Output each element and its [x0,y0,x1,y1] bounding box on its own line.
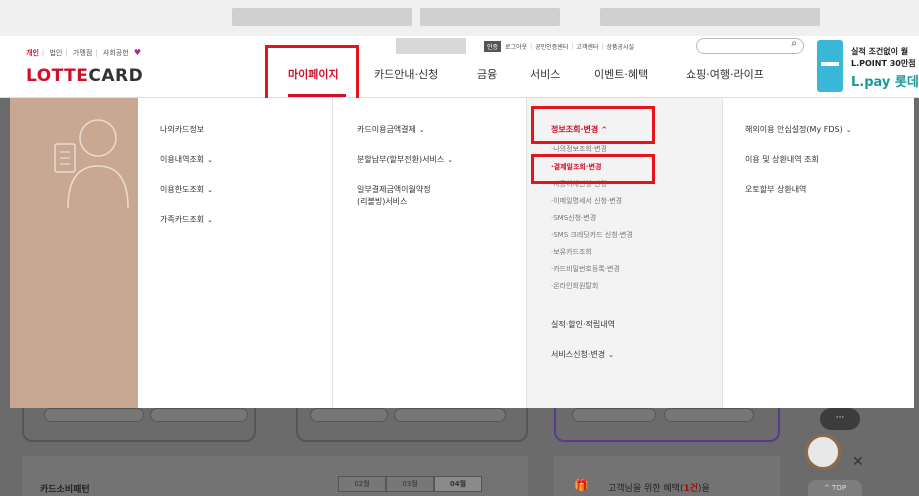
menu-limit-inquiry[interactable]: 이용한도조회 ⌄ [160,184,213,195]
menu-repayment-history[interactable]: 이용 및 상환내역 조회 [745,154,819,165]
segment-corporate[interactable]: 법인 [49,49,62,57]
chevron-down-icon: ⌄ [418,126,425,134]
nav-shopping-travel-life[interactable]: 쇼핑·여행·라이프 [686,66,764,82]
background-pill [150,408,248,422]
promo-banner[interactable]: 실적 조건없이 월 L.POINT 30만점 L.pay 롯데 [815,40,919,96]
nav-finance[interactable]: 금융 [477,66,497,82]
chevron-down-icon: ⌄ [845,126,852,134]
sub-my-info[interactable]: ·나의정보조회·변경 [551,144,607,154]
promo-line1: 실적 조건없이 월 [851,47,909,56]
mascot-chatbot-icon[interactable] [805,434,841,470]
month-tabs: 02월 03월 04월 [338,476,482,492]
tab-mar[interactable]: 03월 [386,476,434,492]
browser-top-strip [0,0,919,36]
segment-personal[interactable]: 개인 [26,49,39,57]
background-pill [664,408,754,422]
more-button[interactable]: ··· [820,408,860,430]
menu-performance-discount[interactable]: 실적·할인·적립내역 [551,319,615,330]
card-image [817,40,843,92]
nav-service[interactable]: 서비스 [530,66,560,82]
sub-withdraw[interactable]: ·온라인회원탈회 [551,281,598,291]
lottecard-logo[interactable]: LOTTECARD [26,66,143,86]
search-input[interactable]: ⌕ [696,38,804,54]
chevron-down-icon: ⌄ [447,156,454,164]
menu-family-card[interactable]: 가족카드조회 ⌄ [160,214,213,225]
promo-line3: L.pay 롯데 [851,75,919,90]
user-card-icon [54,119,129,209]
menu-column-3: 정보조회·변경 ^ ·나의정보조회·변경 ·결제일조회·변경 ·자동이체신청·변경… [527,98,723,408]
utility-bar: 인증 로그아웃 | 공인인증센터 | 고객센터 | 상품공시실 [396,38,634,54]
menu-auto-installment[interactable]: 오토할부 상환내역 [745,184,806,195]
menu-revolving-service[interactable]: 일부결제금액이월약정 [357,184,431,195]
heart-icon: ♥ [133,48,142,57]
chevron-down-icon: ⌄ [608,351,614,359]
mega-menu: 나의카드정보 이용내역조회 ⌄ 이용한도조회 ⌄ 가족카드조회 ⌄ 카드이용금액결제 ⌄… [10,98,914,408]
highlight-box-mypage [265,45,359,101]
menu-overseas-fds[interactable]: 해외이용 안심설정(My FDS) ⌄ [745,124,852,135]
blurred-banner [232,8,412,26]
main-nav: 마이페이지 카드안내·신청 금융 서비스 이벤트·혜택 쇼핑·여행·라이프 [288,66,788,82]
menu-column-1: 나의카드정보 이용내역조회 ⌄ 이용한도조회 ⌄ 가족카드조회 ⌄ [138,98,333,408]
sub-card-password[interactable]: ·카드비밀번호등록·변경 [551,264,620,274]
segment-social[interactable]: 사회공헌 [103,49,129,57]
card-spending-title: 카드소비패턴 [40,485,90,495]
scroll-top-button[interactable]: ^ TOP [808,480,862,496]
promo-line2: L.POINT 30만점 [851,59,916,68]
chevron-down-icon: ⌄ [207,156,214,164]
tab-feb[interactable]: 02월 [338,476,386,492]
blurred-username [396,38,466,54]
mypage-illustration [10,98,138,408]
page-background-content: 카드소비패턴 02월 03월 04월 🎁 고객님을 위한 혜택(1건)을 ···… [0,408,919,496]
segment-links: 개인 | 법인 | 가맹점 | 사회공헌 ♥ [26,48,142,57]
blurred-banner [420,8,560,26]
menu-my-card-info[interactable]: 나의카드정보 [160,124,204,135]
cert-center-link[interactable]: 공인인증센터 [535,42,568,51]
highlight-box-payment-date [531,154,655,184]
menu-service-change[interactable]: 서비스신청·변경 ⌄ [551,349,614,360]
auth-badge: 인증 [484,40,502,52]
customer-center-link[interactable]: 고객센터 [576,42,598,51]
logout-link[interactable]: 로그아웃 [505,42,527,51]
background-pill [394,408,506,422]
menu-column-4: 해외이용 안심설정(My FDS) ⌄ 이용 및 상환내역 조회 오토할부 상환내… [723,98,914,408]
nav-event-benefit[interactable]: 이벤트·혜택 [594,66,648,82]
segment-merchant[interactable]: 가맹점 [73,49,92,57]
menu-column-2: 카드이용금액결제 ⌄ 분할납부(할부전환)서비스 ⌄ 일부결제금액이월약정 (리볼빙… [333,98,527,408]
menu-revolving-service-line2[interactable]: (리볼빙)서비스 [357,196,407,207]
product-notice-link[interactable]: 상품공시실 [606,42,634,51]
background-pill [310,408,388,422]
background-pill [572,408,656,422]
close-icon[interactable]: ✕ [852,454,864,470]
chevron-down-icon: ⌄ [207,216,214,224]
search-icon[interactable]: ⌕ [791,38,797,49]
menu-installment-service[interactable]: 분할납부(할부전환)서비스 ⌄ [357,154,453,165]
nav-card-guide[interactable]: 카드안내·신청 [374,66,438,82]
site-header: 개인 | 법인 | 가맹점 | 사회공헌 ♥ LOTTECARD 인증 로그아웃 | 공… [0,36,919,98]
gift-icon: 🎁 [574,478,589,492]
menu-card-payment[interactable]: 카드이용금액결제 ⌄ [357,124,425,135]
chevron-down-icon: ⌄ [207,186,214,194]
menu-usage-history[interactable]: 이용내역조회 ⌄ [160,154,213,165]
sub-sms[interactable]: ·SMS신청·변경 [551,213,596,223]
sub-email-statement[interactable]: ·이메일명세서 신청·변경 [551,196,622,206]
highlight-box-info-change [531,106,655,144]
benefit-text[interactable]: 고객님을 위한 혜택(1건)을 [608,481,710,494]
sub-owned-cards[interactable]: ·보유카드조회 [551,247,592,257]
blurred-banner [600,8,820,26]
sub-sms-credit[interactable]: ·SMS 크레딧카드 신청·변경 [551,230,633,240]
tab-apr[interactable]: 04월 [434,476,482,492]
background-pill [44,408,144,422]
